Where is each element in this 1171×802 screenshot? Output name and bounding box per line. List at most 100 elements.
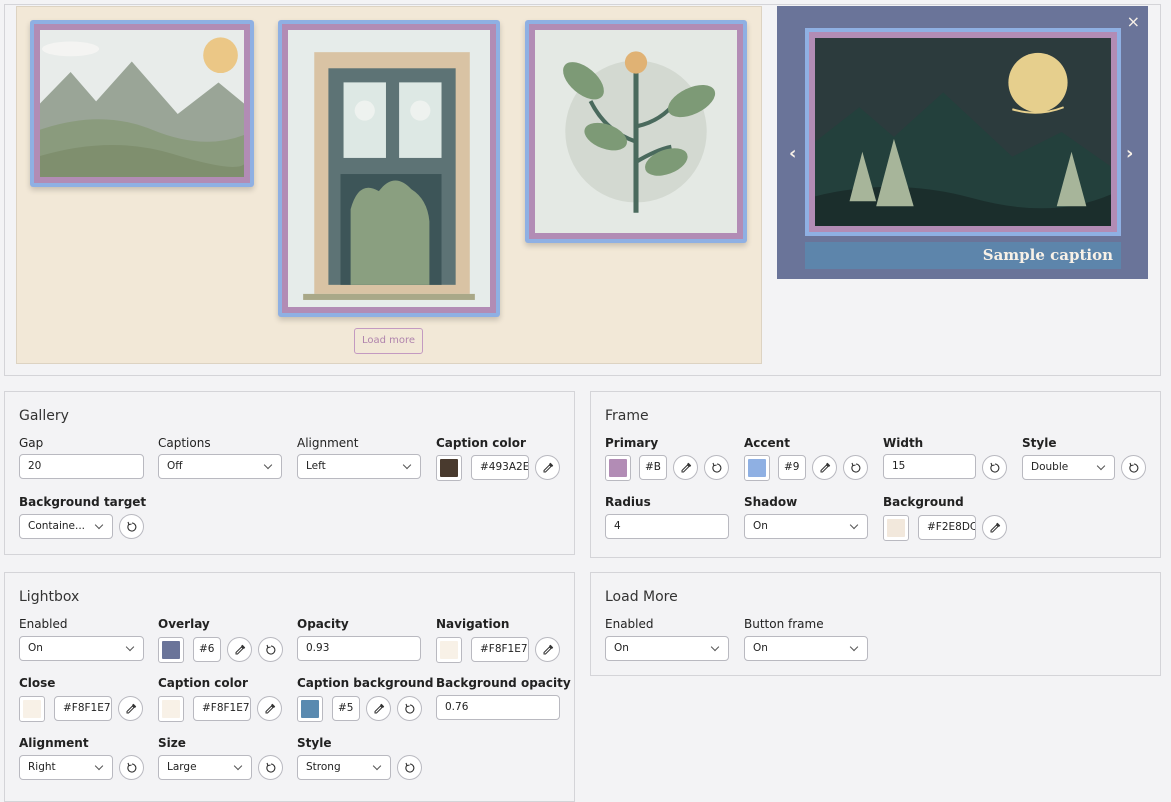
lb-alignment-select[interactable]: Right — [19, 755, 113, 780]
lightbox-panel-title: Lightbox — [19, 589, 80, 605]
overlay-reset-button[interactable] — [258, 637, 283, 662]
reset-icon — [126, 762, 136, 773]
background-target-select[interactable]: Containe... — [19, 514, 113, 539]
gallery-item-plant[interactable] — [525, 20, 747, 243]
caption-color-input[interactable]: #493A2E — [471, 455, 529, 480]
caption-background-swatch[interactable] — [297, 696, 323, 722]
primary-label: Primary — [605, 436, 659, 450]
lb-alignment-reset-button[interactable] — [119, 755, 144, 780]
background-opacity-input[interactable]: 0.76 — [436, 695, 560, 720]
reset-icon — [850, 462, 860, 473]
caption-color-picker-button[interactable] — [535, 455, 560, 480]
lb-style-reset-button[interactable] — [397, 755, 422, 780]
captions-label: Captions — [158, 436, 211, 450]
lb-enabled-select[interactable]: On — [19, 636, 144, 661]
close-label: Close — [19, 676, 56, 690]
size-select[interactable]: Large — [158, 755, 252, 780]
load-more-button[interactable]: Load more — [354, 328, 423, 354]
overlay-input[interactable]: #6 — [193, 637, 221, 662]
background-target-reset-button[interactable] — [119, 514, 144, 539]
lm-enabled-label: Enabled — [605, 617, 654, 631]
size-reset-button[interactable] — [258, 755, 283, 780]
close-swatch[interactable] — [19, 696, 45, 722]
eyedropper-icon — [681, 462, 691, 472]
primary-picker-button[interactable] — [673, 455, 698, 480]
primary-input[interactable]: #B — [639, 455, 667, 480]
caption-background-picker-button[interactable] — [366, 696, 391, 721]
style-select[interactable]: Double — [1022, 455, 1115, 480]
accent-reset-button[interactable] — [843, 455, 868, 480]
shadow-label: Shadow — [744, 495, 798, 509]
eyedropper-icon — [374, 703, 384, 713]
reset-icon — [1128, 462, 1138, 473]
captions-select[interactable]: Off — [158, 454, 282, 479]
gallery-item-door[interactable] — [278, 20, 500, 317]
shadow-select[interactable]: On — [744, 514, 868, 539]
close-input[interactable]: #F8F1E7 — [54, 696, 112, 721]
background-picker-button[interactable] — [982, 515, 1007, 540]
accent-picker-button[interactable] — [812, 455, 837, 480]
lightbox-image-frame — [805, 28, 1121, 236]
width-label: Width — [883, 436, 924, 450]
lb-style-label: Style — [297, 736, 332, 750]
eyedropper-icon — [235, 644, 245, 654]
caption-background-reset-button[interactable] — [397, 696, 422, 721]
close-picker-button[interactable] — [118, 696, 143, 721]
lb-style-select[interactable]: Strong — [297, 755, 391, 780]
width-input[interactable]: 15 — [883, 454, 976, 479]
mountains-image — [40, 30, 244, 177]
alignment-select[interactable]: Left — [297, 454, 421, 479]
frame-panel: Frame Primary #B Accent #9 Width 15 Styl… — [590, 391, 1161, 558]
style-label: Style — [1022, 436, 1057, 450]
background-label: Background — [883, 495, 964, 509]
navigation-input[interactable]: #F8F1E7 — [471, 637, 529, 662]
lightbox-caption: Sample caption — [982, 246, 1113, 264]
button-frame-select[interactable]: On — [744, 636, 868, 661]
door-image — [288, 30, 490, 307]
gallery-canvas — [16, 6, 762, 364]
eyedropper-icon — [265, 703, 275, 713]
overlay-label: Overlay — [158, 617, 210, 631]
gallery-panel: Gallery Gap 20 Captions Off Alignment Le… — [4, 391, 575, 555]
background-target-label: Background target — [19, 495, 147, 509]
lightbox-next-icon[interactable]: › — [1126, 143, 1133, 164]
lightbox-close-icon[interactable]: × — [1127, 12, 1140, 31]
accent-input[interactable]: #9 — [778, 455, 806, 480]
eyedropper-icon — [543, 644, 553, 654]
caption-background-input[interactable]: #5 — [332, 696, 360, 721]
gallery-item-mountains[interactable] — [30, 20, 254, 187]
radius-input[interactable]: 4 — [605, 514, 729, 539]
accent-swatch[interactable] — [744, 455, 770, 481]
lb-caption-color-input[interactable]: #F8F1E7 — [193, 696, 251, 721]
caption-color-swatch[interactable] — [436, 455, 462, 481]
background-input[interactable]: #F2E8DC — [918, 515, 976, 540]
primary-reset-button[interactable] — [704, 455, 729, 480]
reset-icon — [265, 762, 275, 773]
gallery-panel-title: Gallery — [19, 408, 69, 424]
reset-icon — [404, 703, 414, 714]
button-frame-label: Button frame — [744, 617, 824, 631]
width-reset-button[interactable] — [982, 455, 1007, 480]
navigation-swatch[interactable] — [436, 637, 462, 663]
frame-panel-title: Frame — [605, 408, 649, 424]
style-reset-button[interactable] — [1121, 455, 1146, 480]
lb-alignment-label: Alignment — [19, 736, 89, 750]
gap-input[interactable]: 20 — [19, 454, 144, 479]
opacity-input[interactable]: 0.93 — [297, 636, 421, 661]
overlay-swatch[interactable] — [158, 637, 184, 663]
background-swatch[interactable] — [883, 515, 909, 541]
lm-enabled-select[interactable]: On — [605, 636, 729, 661]
navigation-picker-button[interactable] — [535, 637, 560, 662]
lb-caption-color-picker-button[interactable] — [257, 696, 282, 721]
eyedropper-icon — [543, 462, 553, 472]
lb-enabled-label: Enabled — [19, 617, 68, 631]
navigation-label: Navigation — [436, 617, 510, 631]
overlay-picker-button[interactable] — [227, 637, 252, 662]
eyedropper-icon — [126, 703, 136, 713]
lightbox-overlay: × ‹ › Sample caption — [777, 6, 1148, 279]
reset-icon — [126, 521, 136, 532]
primary-swatch[interactable] — [605, 455, 631, 481]
lb-caption-color-swatch[interactable] — [158, 696, 184, 722]
lightbox-prev-icon[interactable]: ‹ — [789, 143, 796, 164]
lb-caption-color-label: Caption color — [158, 676, 248, 690]
